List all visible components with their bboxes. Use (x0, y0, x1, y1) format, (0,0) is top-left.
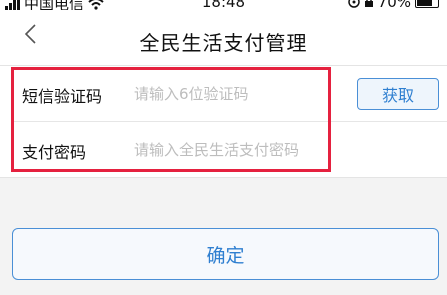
sms-code-row: 短信验证码 获取 (0, 66, 447, 121)
confirm-button[interactable]: 确定 (12, 228, 439, 280)
sms-code-label: 短信验证码 (22, 87, 103, 106)
nav-bar: 全民生活支付管理 (0, 10, 447, 65)
status-bar: 中国电信 18:48 70% (0, 0, 447, 10)
battery-icon (415, 0, 439, 8)
pay-password-label: 支付密码 (22, 143, 87, 162)
form-panel: 短信验证码 获取 支付密码 (0, 65, 447, 178)
pay-password-row: 支付密码 (0, 122, 447, 177)
page-title: 全民生活支付管理 (139, 31, 308, 55)
lock-icon (364, 0, 373, 7)
pay-password-input[interactable] (134, 138, 339, 162)
status-right: 70% (347, 0, 439, 10)
get-code-button[interactable]: 获取 (357, 78, 439, 110)
location-icon (347, 0, 360, 8)
battery-percent: 70% (377, 0, 411, 10)
sms-code-input[interactable] (134, 82, 334, 106)
